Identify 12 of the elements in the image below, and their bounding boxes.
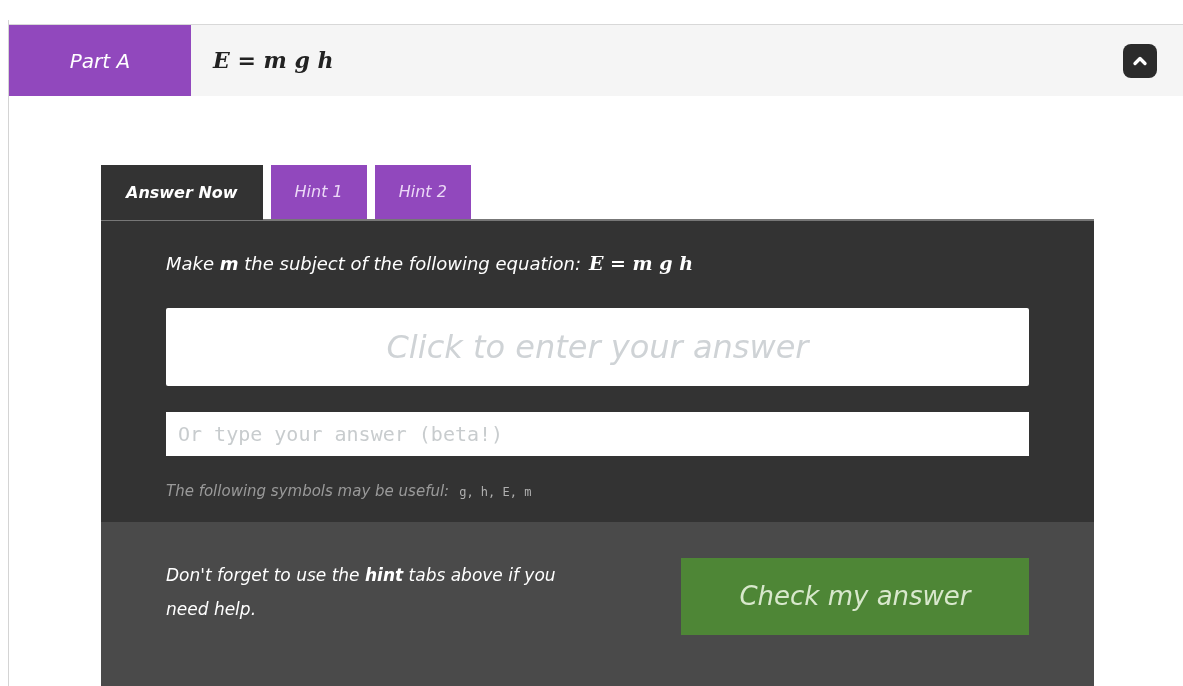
question-equation: E = m g h xyxy=(588,251,694,276)
tab[interactable]: Hint 2 xyxy=(374,165,471,219)
symbols-label: The following symbols may be useful: xyxy=(166,480,450,502)
hint-note: Don't forget to use the hint tabs above if you need help. xyxy=(166,564,557,621)
symbols-list: g, h, E, m xyxy=(459,482,532,501)
tab[interactable]: Answer Now xyxy=(101,165,263,220)
check-answer-button[interactable]: Check my answer xyxy=(681,558,1029,635)
tab[interactable]: Hint 1 xyxy=(270,165,367,219)
part-equation: E = m g h xyxy=(213,46,334,75)
collapse-button[interactable] xyxy=(1123,43,1157,78)
question-text: Make m the subject of the following equation: xyxy=(166,252,581,276)
part-label: Part A xyxy=(9,25,191,96)
